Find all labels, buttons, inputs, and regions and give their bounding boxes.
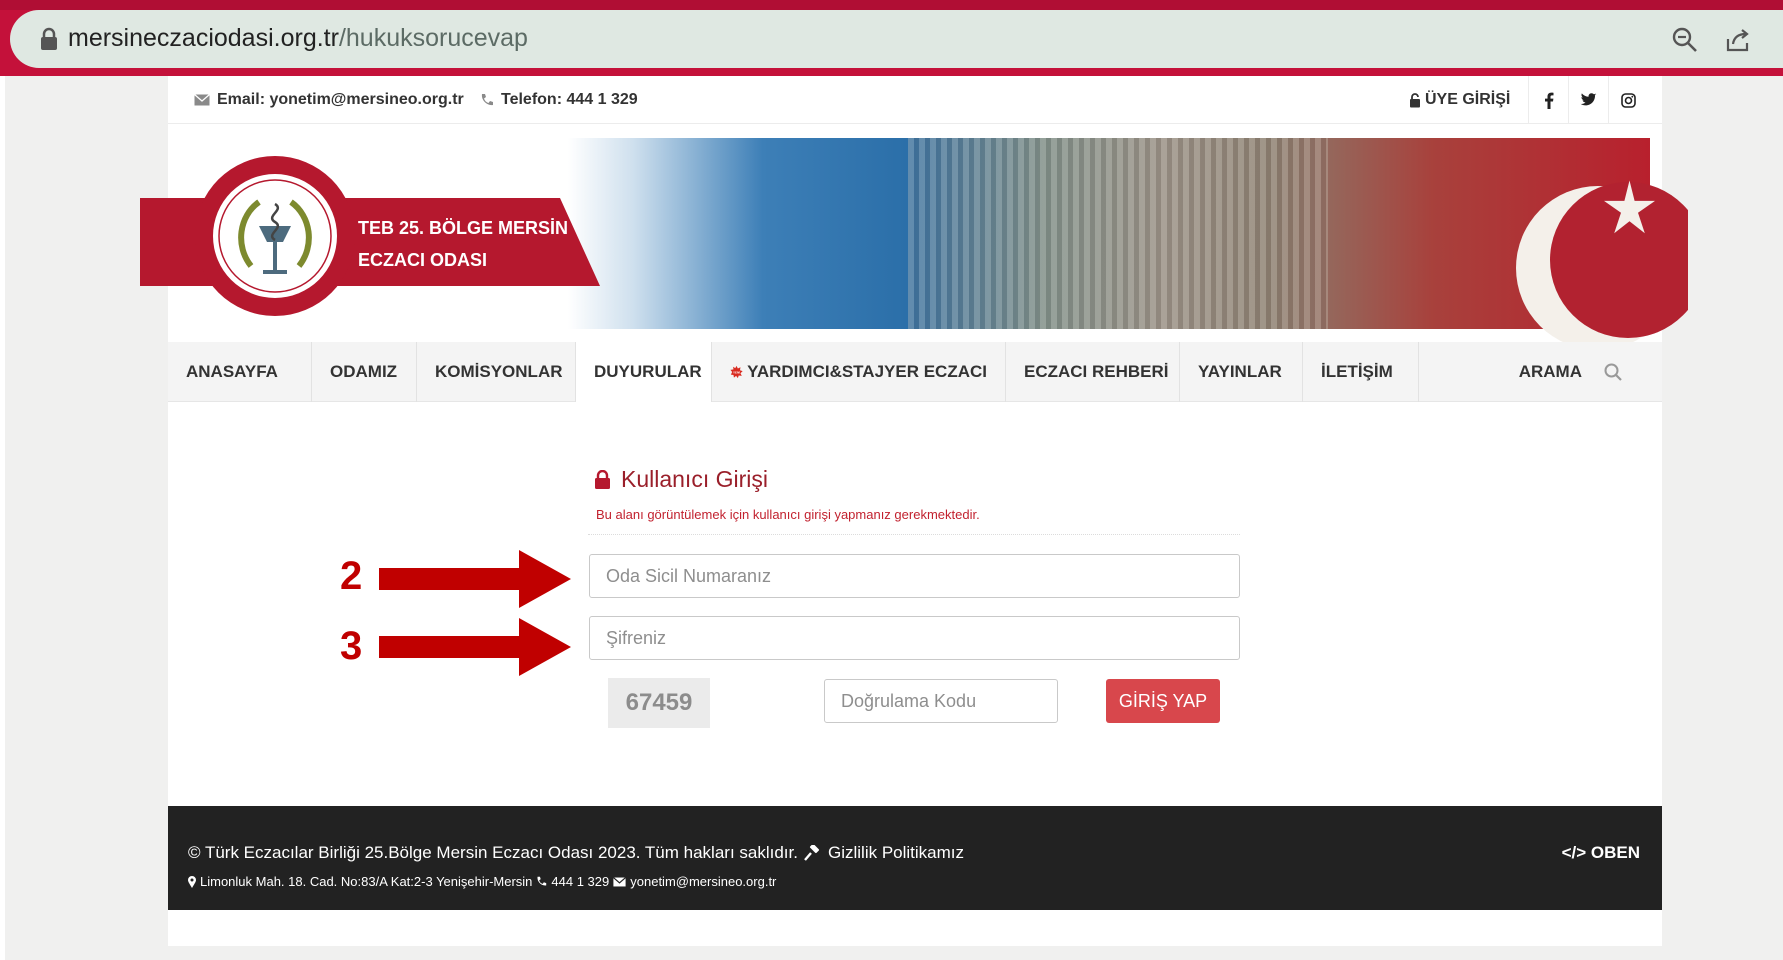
zoom-icon[interactable]: [1672, 27, 1698, 53]
url-path: /hukuksorucevap: [338, 24, 528, 52]
facebook-icon: [1544, 92, 1553, 109]
phone-icon: [481, 94, 493, 106]
captcha-image: 67459: [608, 678, 710, 728]
nav-search[interactable]: ARAMA: [1519, 342, 1622, 402]
site-container: Email: yonetim@mersineo.org.tr Telefon: …: [140, 76, 1688, 946]
contact-phone-text: Telefon: 444 1 329: [501, 91, 638, 108]
chamber-name-line2: ECZACI ODASI: [358, 250, 488, 270]
nav-item-anasayfa[interactable]: ANASAYFA: [168, 342, 312, 402]
annotation-arrow-3: [379, 618, 571, 676]
copyright-text: © Türk Eczacılar Birliği 25.Bölge Mersin…: [188, 843, 798, 862]
login-title: Kullanıcı Girişi: [594, 466, 768, 493]
phone-icon: [537, 876, 547, 886]
gavel-icon: [804, 844, 820, 861]
unlock-icon: [1410, 92, 1420, 107]
registry-number-input[interactable]: [589, 554, 1240, 598]
share-icon[interactable]: [1725, 27, 1753, 53]
mersin-city-photo: [568, 138, 1688, 350]
chamber-name-line1: TEB 25. BÖLGE MERSİN: [358, 218, 569, 238]
envelope-icon: [194, 94, 210, 106]
member-login-label: ÜYE GİRİŞİ: [1425, 91, 1511, 108]
login-button[interactable]: GİRİŞ YAP: [1106, 679, 1220, 723]
map-marker-icon: [188, 875, 196, 888]
nav-item-label: ECZACI REHBERİ: [1024, 362, 1169, 381]
twitter-link[interactable]: [1568, 76, 1608, 124]
footer-copyright: © Türk Eczacılar Birliği 25.Bölge Mersin…: [188, 843, 964, 863]
nav-item-label: KOMİSYONLAR: [435, 362, 563, 381]
contact-phone[interactable]: Telefon: 444 1 329: [480, 91, 638, 109]
nav-item-odamiz[interactable]: ODAMIZ: [312, 342, 417, 402]
chamber-logo: [195, 156, 355, 316]
city-skyline: [908, 138, 1328, 329]
verification-code-input[interactable]: [824, 679, 1058, 723]
address-bar[interactable]: mersineczaciodasi.org.tr/hukuksorucevap: [10, 10, 1783, 68]
url-text[interactable]: mersineczaciodasi.org.tr/hukuksorucevap: [68, 24, 528, 53]
instagram-link[interactable]: [1608, 76, 1648, 124]
twitter-icon: [1580, 93, 1597, 106]
password-input[interactable]: [589, 616, 1240, 660]
envelope-icon: [613, 876, 627, 886]
lock-icon: [41, 27, 57, 50]
top-info-bar: Email: yonetim@mersineo.org.tr Telefon: …: [168, 76, 1662, 124]
login-title-text: Kullanıcı Girişi: [621, 466, 768, 492]
new-badge-text: YENİ: [733, 369, 740, 374]
nav-item-iletisim[interactable]: İLETİŞİM: [1303, 342, 1419, 402]
privacy-link[interactable]: Gizlilik Politikamız: [828, 843, 964, 863]
footer-address: Limonluk Mah. 18. Cad. No:83/A Kat:2-3 Y…: [200, 874, 533, 889]
login-notice: Bu alanı görüntülemek için kullanıcı gir…: [596, 507, 980, 522]
chamber-name[interactable]: TEB 25. BÖLGE MERSİN ECZACI ODASI: [358, 212, 598, 276]
nav-item-label: YARDIMCI&STAJYER ECZACI: [747, 362, 987, 381]
lock-icon: [595, 469, 610, 489]
nav-item-yardimci-stajyer[interactable]: YENİ YARDIMCI&STAJYER ECZACI: [712, 342, 1006, 402]
contact-email[interactable]: Email: yonetim@mersineo.org.tr: [194, 91, 464, 109]
nav-item-duyurular[interactable]: DUYURULAR: [576, 342, 712, 402]
footer-contact: Limonluk Mah. 18. Cad. No:83/A Kat:2-3 Y…: [188, 874, 776, 889]
developer-credit[interactable]: </> OBEN: [1562, 843, 1640, 863]
nav-item-label: DUYURULAR: [594, 362, 702, 381]
instagram-icon: [1621, 92, 1636, 108]
form-divider: [588, 534, 1240, 535]
nav-item-eczaci-rehberi[interactable]: ECZACI REHBERİ: [1006, 342, 1180, 402]
nav-item-yayinlar[interactable]: YAYINLAR: [1180, 342, 1303, 402]
annotation-step-2: 2: [340, 554, 363, 598]
member-login-link[interactable]: ÜYE GİRİŞİ: [1409, 91, 1510, 109]
header-banner: TEB 25. BÖLGE MERSİN ECZACI ODASI: [140, 124, 1688, 350]
footer-email[interactable]: yonetim@mersineo.org.tr: [630, 874, 776, 889]
search-icon: [1604, 363, 1622, 381]
nav-item-label: YAYINLAR: [1198, 362, 1282, 381]
nav-item-komisyonlar[interactable]: KOMİSYONLAR: [417, 342, 576, 402]
browser-tab-strip: [0, 0, 1783, 10]
annotation-step-3: 3: [340, 624, 363, 668]
footer: © Türk Eczacılar Birliği 25.Bölge Mersin…: [168, 806, 1662, 910]
contact-email-text: Email: yonetim@mersineo.org.tr: [217, 91, 464, 108]
nav-item-label: İLETİŞİM: [1321, 362, 1393, 381]
annotation-arrow-2: [379, 550, 571, 608]
crescent-star-image: [1516, 180, 1688, 350]
new-badge-icon: YENİ: [730, 365, 743, 379]
url-domain: mersineczaciodasi.org.tr: [68, 24, 339, 52]
main-navigation: ANASAYFA ODAMIZ KOMİSYONLAR DUYURULAR YE…: [168, 342, 1662, 402]
nav-item-label: ODAMIZ: [330, 362, 398, 381]
nav-item-label: ANASAYFA: [186, 362, 278, 381]
browser-toolbar: mersineczaciodasi.org.tr/hukuksorucevap: [0, 0, 1783, 76]
nav-search-label: ARAMA: [1518, 362, 1582, 381]
footer-phone: 444 1 329: [551, 874, 610, 889]
facebook-link[interactable]: [1528, 76, 1568, 124]
